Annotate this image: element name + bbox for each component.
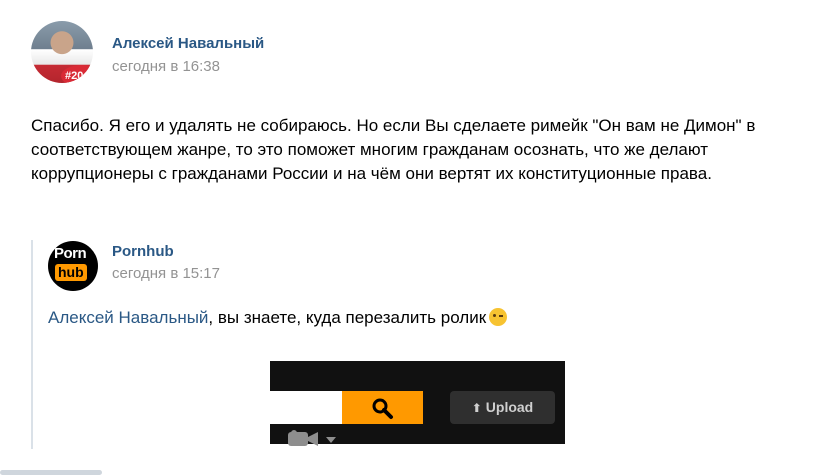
post: #20 Алексей Навальный сегодня в 16:38 Сп…	[0, 0, 819, 475]
post-text: Спасибо. Я его и удалять не собираюсь. Н…	[31, 116, 756, 183]
quote-bar	[31, 240, 33, 449]
mention-link[interactable]: Алексей Навальный	[48, 308, 208, 327]
quoted-text-body: , вы знаете, куда перезалить ролик	[208, 308, 487, 327]
author-avatar[interactable]: #20	[31, 21, 93, 83]
post-author[interactable]: Алексей Навальный	[112, 35, 264, 52]
quoted-time[interactable]: сегодня в 15:17	[112, 265, 220, 282]
upload-arrow-icon: ⬆	[471, 401, 482, 415]
attached-screenshot[interactable]: ⬆ Upload	[270, 361, 565, 446]
avatar-logo-bottom: hub	[55, 264, 87, 281]
scroll-indicator	[0, 470, 102, 475]
upload-label: Upload	[485, 399, 534, 415]
chevron-down-icon	[326, 437, 336, 443]
search-icon	[372, 398, 393, 419]
upload-button: ⬆ Upload	[450, 391, 555, 424]
quoted-author-avatar[interactable]: Porn hub	[48, 241, 98, 291]
avatar-logo-top: Porn	[54, 245, 87, 262]
winking-face-icon	[489, 308, 508, 326]
quoted-author[interactable]: Pornhub	[112, 243, 174, 260]
avatar-badge: #20	[61, 65, 93, 83]
camera-icon	[288, 430, 336, 446]
post-time[interactable]: сегодня в 16:38	[112, 58, 220, 75]
camera-selector	[270, 391, 342, 446]
search-button	[342, 391, 423, 424]
quoted-text: Алексей Навальный, вы знаете, куда перез…	[48, 306, 508, 330]
